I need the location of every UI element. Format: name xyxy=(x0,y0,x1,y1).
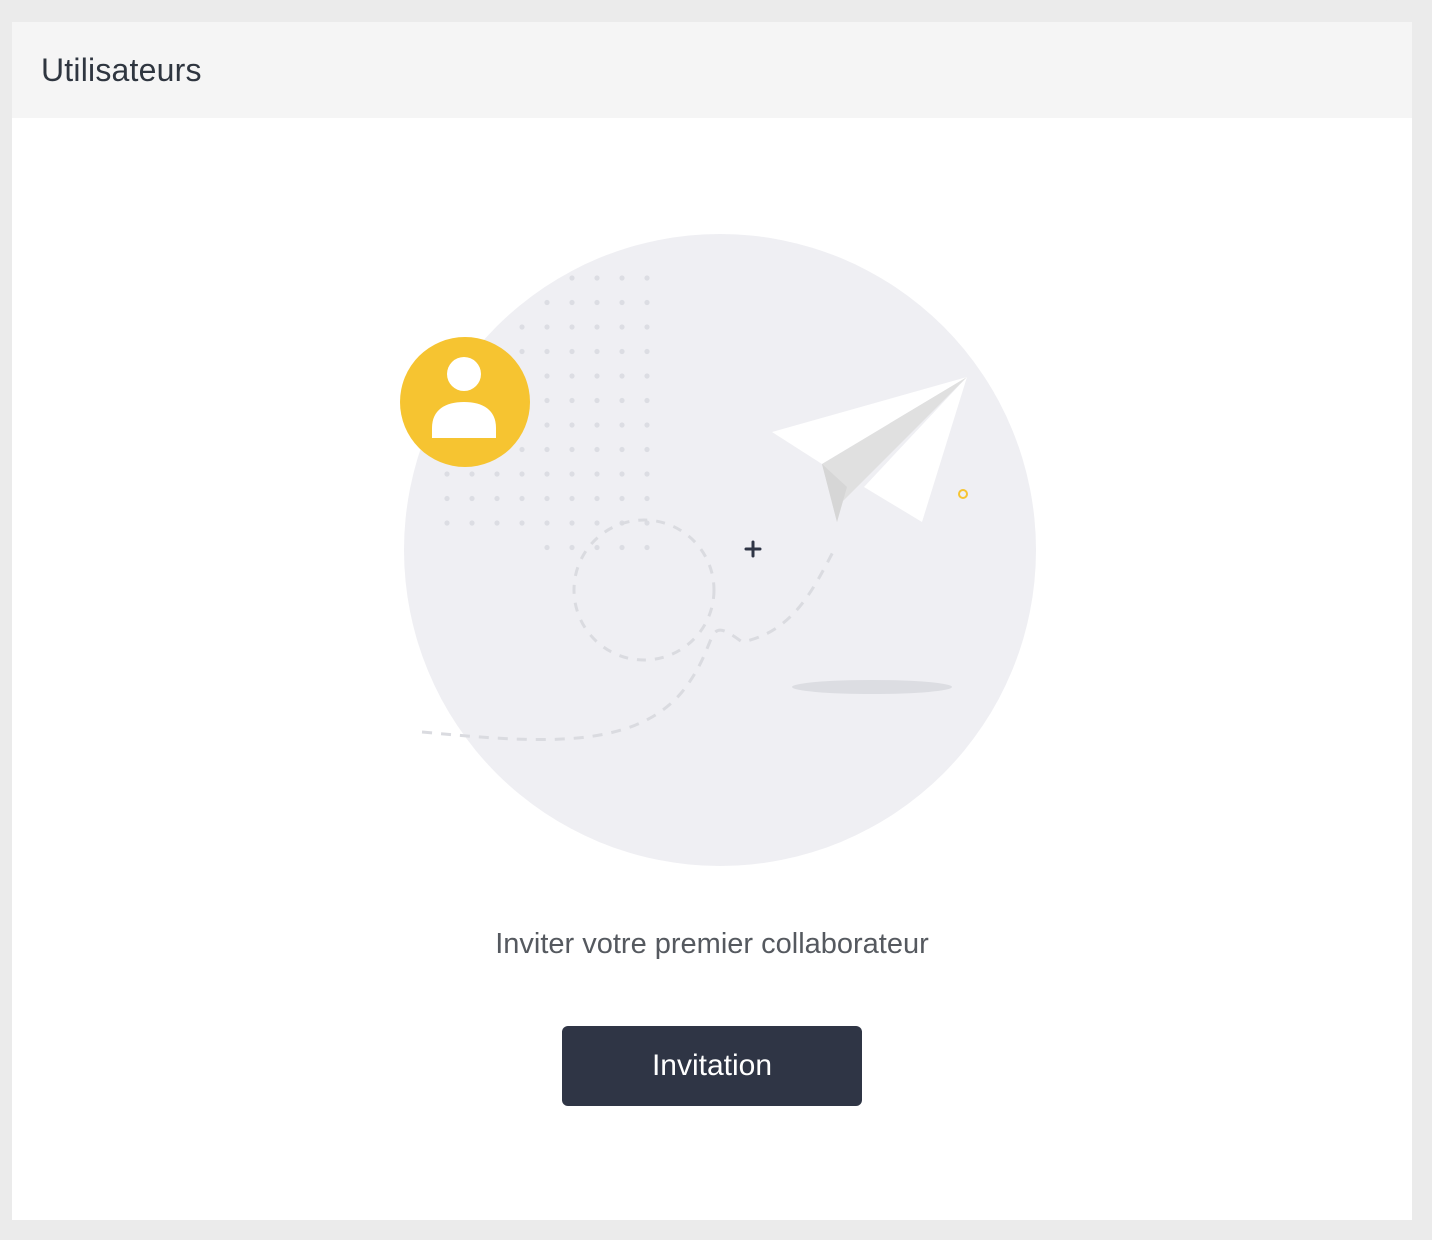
grid-dot xyxy=(494,471,500,477)
user-avatar-icon xyxy=(400,337,530,467)
grid-dot xyxy=(594,348,600,355)
grid-dot xyxy=(519,324,525,330)
grid-dot xyxy=(619,422,625,428)
grid-dot xyxy=(544,397,550,404)
grid-dot xyxy=(644,373,650,379)
grid-dot xyxy=(594,299,600,306)
grid-dot xyxy=(569,544,575,551)
grid-dot xyxy=(644,348,650,355)
grid-dot xyxy=(544,446,550,453)
grid-dot xyxy=(544,373,550,379)
grid-dot xyxy=(644,422,650,428)
grid-dot xyxy=(619,275,625,281)
grid-dot xyxy=(594,544,600,551)
invitation-button[interactable]: Invitation xyxy=(562,1026,862,1106)
grid-dot xyxy=(519,446,525,453)
grid-dot xyxy=(519,520,525,526)
grid-dot xyxy=(644,324,650,330)
grid-dot xyxy=(469,495,475,502)
grid-dot xyxy=(494,495,500,502)
grid-dot xyxy=(619,348,625,355)
grid-dot xyxy=(594,520,600,526)
grid-dot xyxy=(594,324,600,330)
grid-dot xyxy=(544,471,550,477)
grid-dot xyxy=(569,275,575,281)
grid-dot xyxy=(644,299,650,306)
empty-state-illustration xyxy=(382,232,1072,912)
grid-dot xyxy=(469,520,475,526)
plane-shadow xyxy=(792,680,952,694)
grid-dot xyxy=(594,446,600,453)
grid-dot xyxy=(519,495,525,502)
grid-dot xyxy=(544,495,550,502)
grid-dot xyxy=(469,471,475,477)
window-frame: Utilisateurs Inviter votre premier colla… xyxy=(0,0,1432,1240)
grid-dot xyxy=(569,348,575,355)
grid-dot xyxy=(619,495,625,502)
grid-dot xyxy=(544,299,550,306)
grid-dot xyxy=(569,446,575,453)
grid-dot xyxy=(644,275,650,281)
illustration-svg xyxy=(400,234,1036,866)
grid-dot xyxy=(619,324,625,330)
grid-dot xyxy=(619,471,625,477)
grid-dot xyxy=(594,471,600,477)
grid-dot xyxy=(519,471,525,477)
grid-dot xyxy=(444,495,450,502)
grid-dot xyxy=(619,299,625,306)
grid-dot xyxy=(619,397,625,404)
grid-dot xyxy=(594,397,600,404)
grid-dot xyxy=(569,299,575,306)
grid-dot xyxy=(619,544,625,551)
grid-dot xyxy=(544,544,550,551)
grid-dot xyxy=(594,275,600,281)
grid-dot xyxy=(644,544,650,551)
grid-dot xyxy=(544,520,550,526)
grid-dot xyxy=(644,446,650,453)
grid-dot xyxy=(594,422,600,428)
grid-dot xyxy=(619,373,625,379)
grid-dot xyxy=(494,520,500,526)
grid-dot xyxy=(569,471,575,477)
empty-state-message: Inviter votre premier collaborateur xyxy=(495,928,929,960)
grid-dot xyxy=(644,397,650,404)
grid-dot xyxy=(569,495,575,502)
grid-dot xyxy=(444,520,450,526)
grid-dot xyxy=(544,324,550,330)
grid-dot xyxy=(619,446,625,453)
panel-header: Utilisateurs xyxy=(12,22,1412,118)
grid-dot xyxy=(444,471,450,477)
background-circle xyxy=(404,234,1036,866)
grid-dot xyxy=(544,348,550,355)
grid-dot xyxy=(594,495,600,502)
grid-dot xyxy=(569,397,575,404)
grid-dot xyxy=(644,495,650,502)
page-title: Utilisateurs xyxy=(41,52,202,88)
grid-dot xyxy=(569,324,575,330)
grid-dot xyxy=(569,520,575,526)
grid-dot xyxy=(569,422,575,428)
grid-dot xyxy=(544,422,550,428)
users-panel: Utilisateurs Inviter votre premier colla… xyxy=(12,22,1412,1220)
grid-dot xyxy=(594,373,600,379)
grid-dot xyxy=(569,373,575,379)
grid-dot xyxy=(644,471,650,477)
grid-dot xyxy=(519,348,525,355)
